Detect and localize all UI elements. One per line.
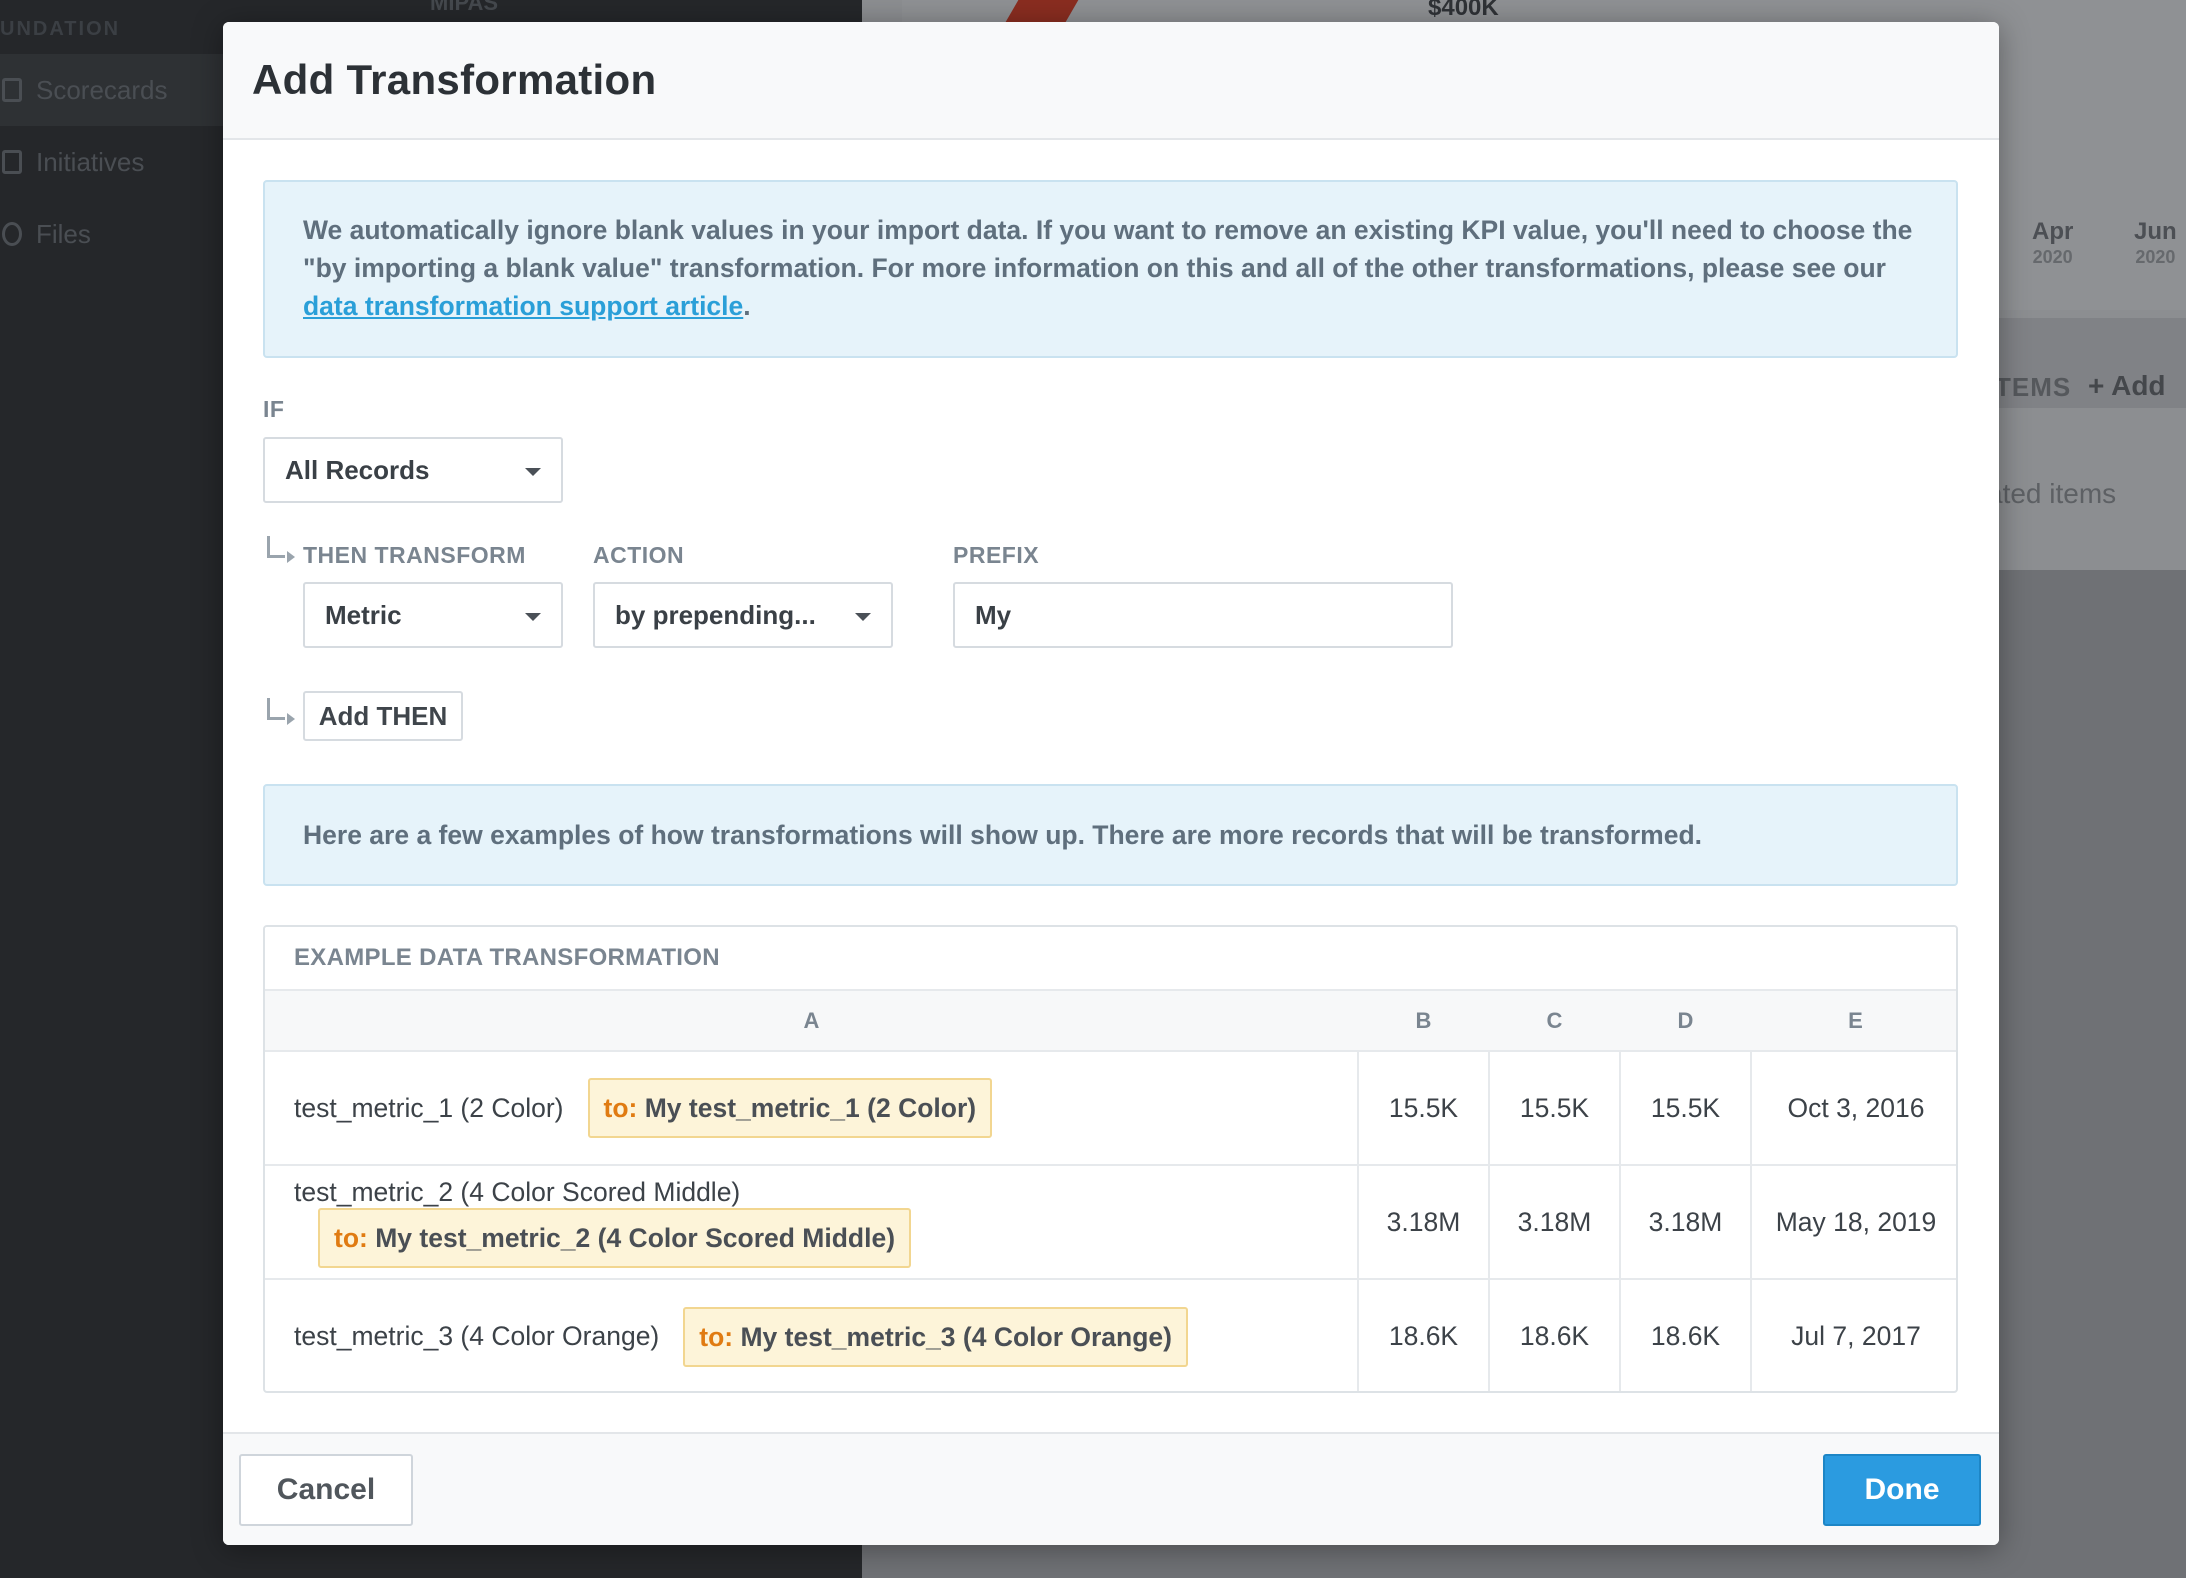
column-header-c: C <box>1489 991 1620 1052</box>
to-label: to: <box>699 1321 734 1352</box>
if-select-value: All Records <box>285 454 430 485</box>
tick-month: Apr <box>2032 218 2074 245</box>
then-transform-label: THEN TRANSFORM <box>303 542 526 568</box>
then-transform-select[interactable]: Metric <box>303 582 563 648</box>
to-label: to: <box>334 1223 368 1254</box>
sidebar-item-label: Initiatives <box>36 146 145 177</box>
sidebar-top-item: MIPAS <box>430 0 499 15</box>
branch-arrow-icon <box>267 536 295 563</box>
table-row: test_metric_3 (4 Color Orange) to: My tes… <box>265 1279 1956 1391</box>
info-text-end: . <box>743 291 751 321</box>
examples-note-text: Here are a few examples of how transform… <box>303 820 1702 850</box>
cell-a: test_metric_2 (4 Color Scored Middle)to:… <box>265 1165 1358 1280</box>
scorecard-icon <box>2 78 22 102</box>
transformed-value-badge: to: My test_metric_2 (4 Color Scored Mid… <box>318 1208 912 1269</box>
then-transform-value: Metric <box>325 599 402 630</box>
sidebar-item-initiatives[interactable]: Initiatives <box>0 126 260 198</box>
tick-year: 2020 <box>2032 247 2073 267</box>
file-icon <box>2 222 22 246</box>
cell-c: 15.5K <box>1488 1051 1620 1166</box>
prefix-label: PREFIX <box>953 542 1040 568</box>
branch-arrow-icon <box>267 698 295 725</box>
column-header-a: A <box>265 991 1358 1052</box>
table-row: test_metric_1 (2 Color) to: My test_metri… <box>265 1051 1956 1166</box>
transformed-value: My test_metric_1 (2 Color) <box>644 1093 977 1123</box>
sidebar-item-files[interactable]: Files <box>0 198 260 270</box>
transformed-value-badge: to: My test_metric_1 (2 Color) <box>587 1078 993 1138</box>
transformed-value: My test_metric_2 (4 Color Scored Middle) <box>375 1223 896 1254</box>
table-row: test_metric_2 (4 Color Scored Middle)to:… <box>265 1165 1956 1280</box>
column-header-d: D <box>1620 991 1751 1052</box>
sidebar-item-scorecards[interactable]: Scorecards <box>0 54 260 126</box>
add-related-button[interactable]: + Add <box>2088 370 2166 402</box>
chevron-down-icon <box>525 468 541 476</box>
tick-year: 2020 <box>2135 247 2176 267</box>
sidebar-item-label: Files <box>36 218 91 249</box>
dialog-header: Add Transformation <box>223 22 1999 140</box>
chart-tick: Apr 2020 <box>2032 218 2074 267</box>
dialog-title: Add Transformation <box>252 56 657 103</box>
action-select[interactable]: by prepending... <box>593 582 893 648</box>
action-label: ACTION <box>593 542 685 568</box>
if-select[interactable]: All Records <box>263 437 563 503</box>
cell-d: 18.6K <box>1619 1279 1751 1391</box>
original-value: test_metric_1 (2 Color) <box>294 1092 564 1123</box>
cell-d: 3.18M <box>1619 1165 1751 1280</box>
cell-e: Oct 3, 2016 <box>1750 1051 1956 1166</box>
to-label: to: <box>603 1093 638 1123</box>
support-article-link[interactable]: data transformation support article <box>303 291 743 321</box>
related-items-tab: TEMS <box>1995 372 2072 402</box>
original-value: test_metric_3 (4 Color Orange) <box>294 1321 660 1351</box>
chevron-down-icon <box>525 613 541 621</box>
sidebar-item-label: Scorecards <box>36 74 168 105</box>
dialog-footer: Cancel Done <box>223 1432 1999 1545</box>
transformed-value-badge: to: My test_metric_3 (4 Color Orange) <box>683 1306 1188 1367</box>
cell-b: 18.6K <box>1357 1279 1489 1391</box>
chevron-down-icon <box>855 613 871 621</box>
initiative-icon <box>2 150 22 174</box>
tick-month: Jun <box>2134 218 2177 245</box>
cell-c: 18.6K <box>1488 1279 1620 1391</box>
examples-note: Here are a few examples of how transform… <box>263 784 1958 886</box>
info-text: We automatically ignore blank values in … <box>303 215 1913 283</box>
related-items-text: ated items <box>1987 478 2117 509</box>
background-chart-line <box>1005 0 1079 22</box>
original-value: test_metric_2 (4 Color Scored Middle) <box>294 1177 741 1208</box>
chart-value-label: $400K <box>1428 0 1499 21</box>
column-header-e: E <box>1751 991 1956 1052</box>
cancel-button[interactable]: Cancel <box>239 1454 413 1526</box>
done-button[interactable]: Done <box>1823 1454 1981 1526</box>
column-header-b: B <box>1358 991 1489 1052</box>
table-header-row: A B C D E <box>265 991 1956 1052</box>
cell-e: May 18, 2019 <box>1750 1165 1956 1280</box>
sidebar-section-heading: UNDATION <box>0 18 121 40</box>
cell-c: 3.18M <box>1488 1165 1620 1280</box>
transformed-value: My test_metric_3 (4 Color Orange) <box>740 1321 1172 1352</box>
action-select-value: by prepending... <box>615 599 816 630</box>
add-transformation-dialog: Add Transformation We automatically igno… <box>223 22 1999 1545</box>
example-table-grid: A B C D E test_metric_1 (2 Color) to: My … <box>265 991 1956 1391</box>
table-caption: EXAMPLE DATA TRANSFORMATION <box>265 927 1956 991</box>
example-data-table: EXAMPLE DATA TRANSFORMATION A B C D E te… <box>263 925 1958 1393</box>
cell-a: test_metric_1 (2 Color) to: My test_metri… <box>265 1051 1358 1166</box>
info-message: We automatically ignore blank values in … <box>263 180 1958 358</box>
cell-e: Jul 7, 2017 <box>1750 1279 1956 1391</box>
cell-a: test_metric_3 (4 Color Orange) to: My tes… <box>265 1279 1358 1391</box>
chart-tick: Jun 2020 <box>2134 218 2177 267</box>
cell-b: 15.5K <box>1357 1051 1489 1166</box>
cell-d: 15.5K <box>1619 1051 1751 1166</box>
if-label: IF <box>263 396 285 422</box>
prefix-input[interactable] <box>953 582 1453 648</box>
add-then-button[interactable]: Add THEN <box>303 691 463 741</box>
cell-b: 3.18M <box>1357 1165 1489 1280</box>
